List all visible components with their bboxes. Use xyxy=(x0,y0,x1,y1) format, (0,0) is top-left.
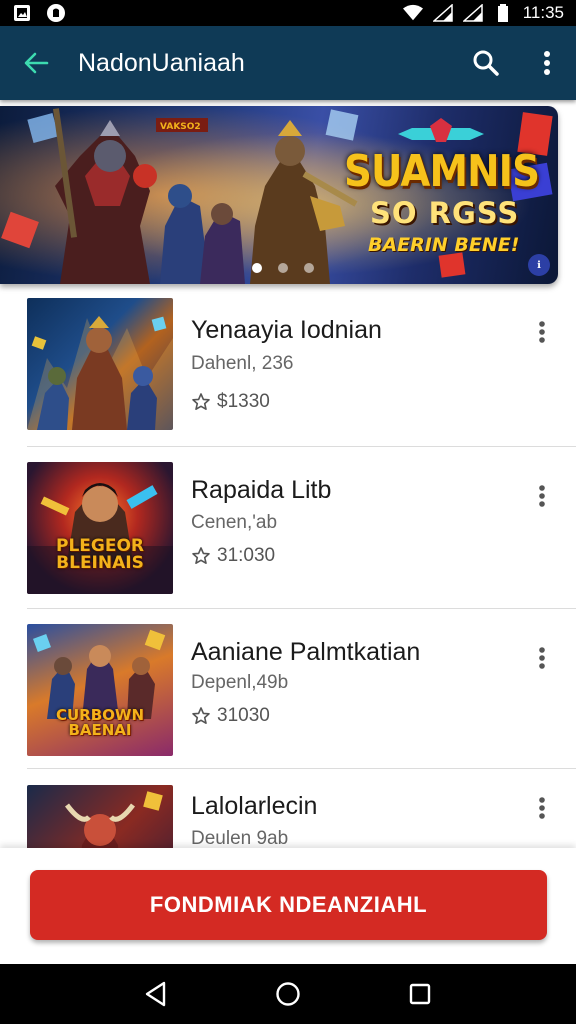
game-subtitle: Cenen,'ab xyxy=(191,512,278,533)
signal-icon-2 xyxy=(462,3,483,23)
nav-home-button[interactable] xyxy=(268,974,308,1014)
photo-icon xyxy=(12,3,32,23)
thumbnail-caption: CURBOWN BAENAI xyxy=(55,706,145,739)
status-right: 11:35 xyxy=(402,3,564,23)
game-title: Rapaida Litb xyxy=(191,476,332,504)
list-item[interactable]: CURBOWN BAENAI Aaniane Palmtkatian Depen… xyxy=(0,614,576,776)
overflow-menu-button[interactable] xyxy=(532,43,562,83)
thumbnail-art xyxy=(27,483,173,594)
game-thumbnail xyxy=(27,785,173,848)
square-recents-icon xyxy=(409,983,431,1005)
thumbnail-caption: PLEGEOR BLEINAIS xyxy=(55,536,144,573)
app-title: NadonUaniaah xyxy=(78,48,245,77)
game-price: $1330 xyxy=(217,391,270,412)
search-icon xyxy=(473,50,499,76)
back-arrow-icon xyxy=(24,52,49,74)
game-list: Yenaayia Iodnian Dahenl, 236 $1330 PLEGE… xyxy=(0,290,576,848)
game-price-row: 31:030 xyxy=(191,545,275,567)
battery-icon xyxy=(493,3,513,23)
more-vert-icon xyxy=(544,51,550,75)
game-subtitle: Dahenl, 236 xyxy=(191,353,294,374)
game-title: Lalolarlecin xyxy=(191,792,318,820)
game-price: 31:030 xyxy=(217,545,276,566)
star-outline-icon xyxy=(192,707,210,724)
carousel-dot-3[interactable] xyxy=(304,263,314,273)
info-badge-icon[interactable]: ℹ xyxy=(528,254,550,276)
list-item[interactable]: Lalolarlecin Deulen 9ab xyxy=(0,774,576,848)
svg-text:VAKSO2: VAKSO2 xyxy=(160,122,201,132)
nav-back-button[interactable] xyxy=(136,974,176,1014)
notification-icon xyxy=(46,3,66,23)
list-item[interactable]: Yenaayia Iodnian Dahenl, 236 $1330 xyxy=(0,290,576,452)
featured-banner[interactable]: VAKSO2 SUAMNIS SO RGSS BAERIN BENE! ℹ xyxy=(0,106,558,284)
system-nav-bar xyxy=(0,964,576,1024)
game-thumbnail xyxy=(27,298,173,430)
app-bar: NadonUaniaah xyxy=(0,26,576,100)
triangle-back-icon xyxy=(145,981,166,1007)
banner-title-line2: SO RGSS xyxy=(370,196,520,230)
search-button[interactable] xyxy=(466,43,506,83)
more-vert-icon xyxy=(539,647,545,669)
game-price: 31030 xyxy=(217,705,270,726)
signal-icon xyxy=(432,3,453,23)
star-outline-icon xyxy=(192,547,210,564)
back-button[interactable] xyxy=(18,45,54,81)
carousel-dot-2[interactable] xyxy=(278,263,288,273)
bottom-action-area: FONDMIAK NDEANZIAHL xyxy=(0,848,576,964)
list-divider xyxy=(27,446,576,447)
item-more-button[interactable] xyxy=(528,788,556,828)
game-title: Aaniane Palmtkatian xyxy=(191,638,421,666)
game-subtitle: Deulen 9ab xyxy=(191,828,289,848)
banner-title-line3: BAERIN BENE! xyxy=(368,234,520,256)
carousel-dot-1[interactable] xyxy=(252,263,262,273)
circle-home-icon xyxy=(276,982,300,1006)
item-more-button[interactable] xyxy=(528,312,556,352)
game-title: Yenaayia Iodnian xyxy=(191,316,382,344)
game-thumbnail: CURBOWN BAENAI xyxy=(27,624,173,756)
more-vert-icon xyxy=(539,485,545,507)
more-vert-icon xyxy=(539,797,545,819)
banner-title-line1: SUAMNIS xyxy=(344,146,540,197)
status-bar: 11:35 xyxy=(0,0,576,26)
thumbnail-art xyxy=(27,316,173,430)
wifi-icon xyxy=(402,3,423,23)
star-outline-icon xyxy=(192,393,210,410)
list-item[interactable]: PLEGEOR BLEINAIS Rapaida Litb Cenen,'ab … xyxy=(0,452,576,614)
game-price-row: 31030 xyxy=(191,705,270,727)
item-more-button[interactable] xyxy=(528,476,556,516)
list-divider xyxy=(27,768,576,769)
list-divider xyxy=(27,608,576,609)
item-more-button[interactable] xyxy=(528,638,556,678)
thumbnail-art xyxy=(65,791,163,848)
status-left xyxy=(12,3,66,23)
status-time: 11:35 xyxy=(522,3,564,22)
game-thumbnail: PLEGEOR BLEINAIS xyxy=(27,462,173,594)
carousel-indicator xyxy=(252,263,314,273)
more-vert-icon xyxy=(539,321,545,343)
nav-recents-button[interactable] xyxy=(400,974,440,1014)
game-price-row: $1330 xyxy=(191,391,270,413)
primary-action-button[interactable]: FONDMIAK NDEANZIAHL xyxy=(30,870,547,940)
game-subtitle: Depenl,49b xyxy=(191,672,289,693)
